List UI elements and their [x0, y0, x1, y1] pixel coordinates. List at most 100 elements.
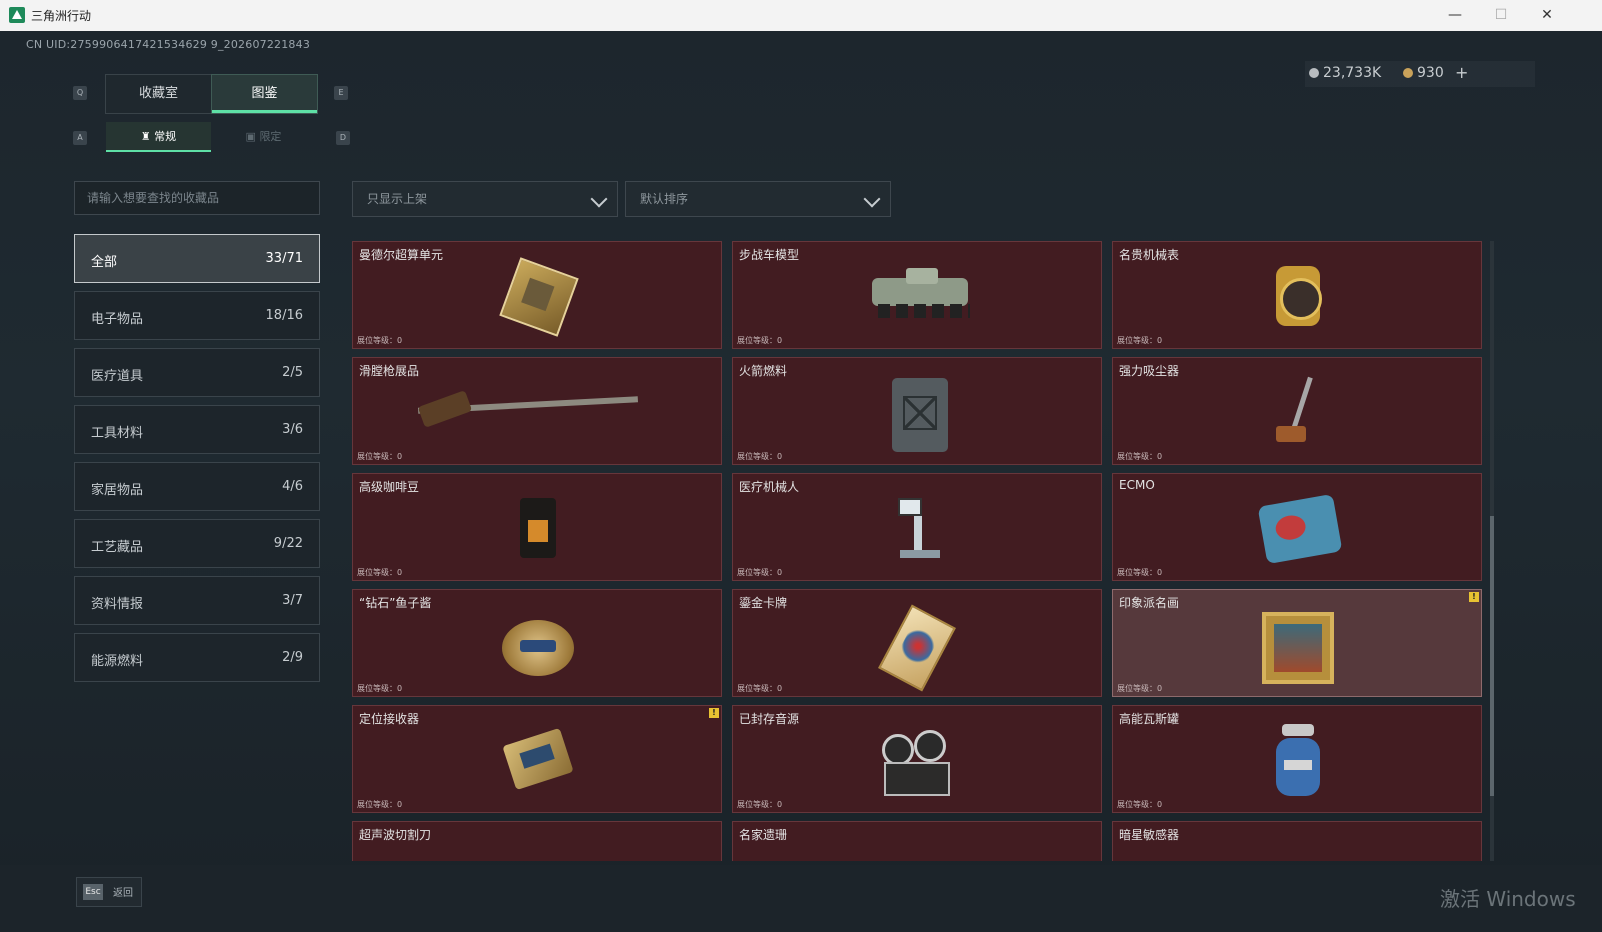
item-card[interactable]: 医疗机械人展位等级：0: [732, 473, 1102, 581]
sort-label: 默认排序: [640, 192, 689, 206]
category-label: 工具材料: [91, 426, 144, 441]
category-tools[interactable]: 工具材料 3/6: [74, 405, 320, 454]
shelf-filter-dropdown[interactable]: 只显示上架: [352, 181, 618, 217]
category-medical[interactable]: 医疗道具 2/5: [74, 348, 320, 397]
category-label: 能源燃料: [91, 654, 144, 669]
item-card[interactable]: 强力吸尘器展位等级：0: [1112, 357, 1482, 465]
category-crafts[interactable]: 工艺藏品 9/22: [74, 519, 320, 568]
gold-coin-icon: [1403, 68, 1413, 78]
category-label: 电子物品: [91, 312, 144, 327]
item-name: 滑膛枪展品: [359, 364, 420, 378]
booth-level: 展位等级：0: [357, 568, 403, 577]
item-card[interactable]: 定位接收器 展位等级：0!: [352, 705, 722, 813]
close-button[interactable]: ✕: [1524, 0, 1570, 31]
item-card[interactable]: 曼德尔超算单元 展位等级：0: [352, 241, 722, 349]
item-card[interactable]: 滑膛枪展品展位等级：0: [352, 357, 722, 465]
booth-level: 展位等级：0: [737, 684, 783, 693]
item-name: 高能瓦斯罐: [1119, 712, 1180, 726]
search-input[interactable]: 请输入想要查找的收藏品: [74, 181, 320, 215]
silver-balance: 23,733K: [1309, 65, 1381, 81]
booth-level: 展位等级：0: [1117, 452, 1163, 461]
chevron-down-icon: [863, 190, 881, 208]
fuel-can-icon: [878, 376, 958, 452]
category-count: 2/5: [282, 365, 303, 380]
item-name: 医疗机械人: [739, 480, 800, 494]
item-name: 定位接收器: [359, 712, 420, 726]
item-card[interactable]: 名贵机械表 展位等级：0: [1112, 241, 1482, 349]
category-label: 工艺藏品: [91, 540, 144, 555]
category-electronics[interactable]: 电子物品 18/16: [74, 291, 320, 340]
item-name: 暗星敏感器: [1119, 828, 1180, 842]
item-card[interactable]: 名家遗珊: [732, 821, 1102, 861]
receiver-icon: [498, 724, 578, 796]
item-name: 超声波切割刀: [359, 828, 432, 842]
item-name: 步战车模型: [739, 248, 800, 262]
item-name: 鎏金卡牌: [739, 596, 788, 610]
maximize-button[interactable]: ☐: [1478, 0, 1524, 31]
booth-level: 展位等级：0: [357, 684, 403, 693]
item-name: 强力吸尘器: [1119, 364, 1180, 378]
booth-level: 展位等级：0: [357, 800, 403, 809]
item-card[interactable]: 鎏金卡牌展位等级：0: [732, 589, 1102, 697]
item-card[interactable]: 高能瓦斯罐 展位等级：0: [1112, 705, 1482, 813]
back-label: 返回: [113, 888, 133, 899]
ifv-model-icon: [872, 260, 970, 332]
subtab-regular-label: 常规: [154, 130, 177, 143]
item-name: “钻石”鱼子酱: [359, 596, 432, 610]
item-card[interactable]: “钻石”鱼子酱展位等级：0: [352, 589, 722, 697]
window-titlebar: 三角洲行动 — ☐ ✕: [0, 0, 1602, 32]
painting-icon: [1258, 608, 1338, 684]
item-card[interactable]: 暗星敏感器: [1112, 821, 1482, 861]
category-count: 18/16: [265, 308, 303, 323]
category-count: 2/9: [282, 650, 303, 665]
booth-level: 展位等级：0: [737, 800, 783, 809]
tab-catalog[interactable]: 图鉴: [211, 74, 318, 114]
shelf-filter-label: 只显示上架: [367, 192, 428, 206]
esc-key-hint: Esc: [83, 884, 103, 900]
tape-recorder-icon: [878, 724, 958, 796]
item-name: 印象派名画: [1119, 596, 1180, 610]
booth-level: 展位等级：0: [357, 452, 403, 461]
game-viewport: CN UID:2759906417421534629 9_20260722184…: [0, 31, 1602, 932]
category-count: 3/6: [282, 422, 303, 437]
sort-dropdown[interactable]: 默认排序: [625, 181, 891, 217]
item-card[interactable]: 已封存音源 展位等级：0: [732, 705, 1102, 813]
coffee-bag-icon: [498, 492, 578, 564]
category-all[interactable]: 全部 33/71: [74, 234, 320, 283]
gold-card-icon: [878, 604, 958, 692]
category-label: 资料情报: [91, 597, 144, 612]
item-card[interactable]: 步战车模型 展位等级：0: [732, 241, 1102, 349]
warning-icon: !: [1469, 592, 1479, 602]
item-card[interactable]: 火箭燃料 展位等级：0: [732, 357, 1102, 465]
item-name: 名贵机械表: [1119, 248, 1180, 262]
tab-collection-room[interactable]: 收藏室: [105, 74, 212, 114]
medical-robot-icon: [878, 492, 958, 564]
category-label: 全部: [91, 255, 118, 270]
category-energy[interactable]: 能源燃料 2/9: [74, 633, 320, 682]
bottle-icon: ♜: [140, 130, 155, 143]
key-hint-q: Q: [73, 86, 87, 100]
booth-level: 展位等级：0: [737, 452, 783, 461]
minimize-button[interactable]: —: [1432, 0, 1478, 31]
category-count: 3/7: [282, 593, 303, 608]
item-card[interactable]: ECMO 展位等级：0: [1112, 473, 1482, 581]
subtab-limited-label: 限定: [259, 130, 282, 143]
item-grid-scrollbar[interactable]: [1490, 241, 1494, 861]
silver-amount: 23,733K: [1323, 65, 1382, 81]
category-intel[interactable]: 资料情报 3/7: [74, 576, 320, 625]
add-currency-button[interactable]: +: [1455, 63, 1468, 82]
scrollbar-thumb[interactable]: [1490, 516, 1494, 796]
vacuum-icon: [1258, 376, 1338, 448]
booth-level: 展位等级：0: [737, 568, 783, 577]
category-household[interactable]: 家居物品 4/6: [74, 462, 320, 511]
item-card[interactable]: 高级咖啡豆展位等级：0: [352, 473, 722, 581]
ecmo-icon: [1257, 492, 1343, 565]
back-button[interactable]: Esc 返回: [76, 877, 142, 907]
subtab-regular[interactable]: ♜ 常规: [106, 122, 211, 152]
item-name: 高级咖啡豆: [359, 480, 420, 494]
windows-activation-watermark: 激活 Windows: [1440, 887, 1576, 911]
item-card[interactable]: 超声波切割刀: [352, 821, 722, 861]
item-card[interactable]: 印象派名画 展位等级：0!: [1112, 589, 1482, 697]
subtab-limited[interactable]: ▣ 限定: [211, 122, 316, 152]
category-count: 9/22: [273, 536, 303, 551]
